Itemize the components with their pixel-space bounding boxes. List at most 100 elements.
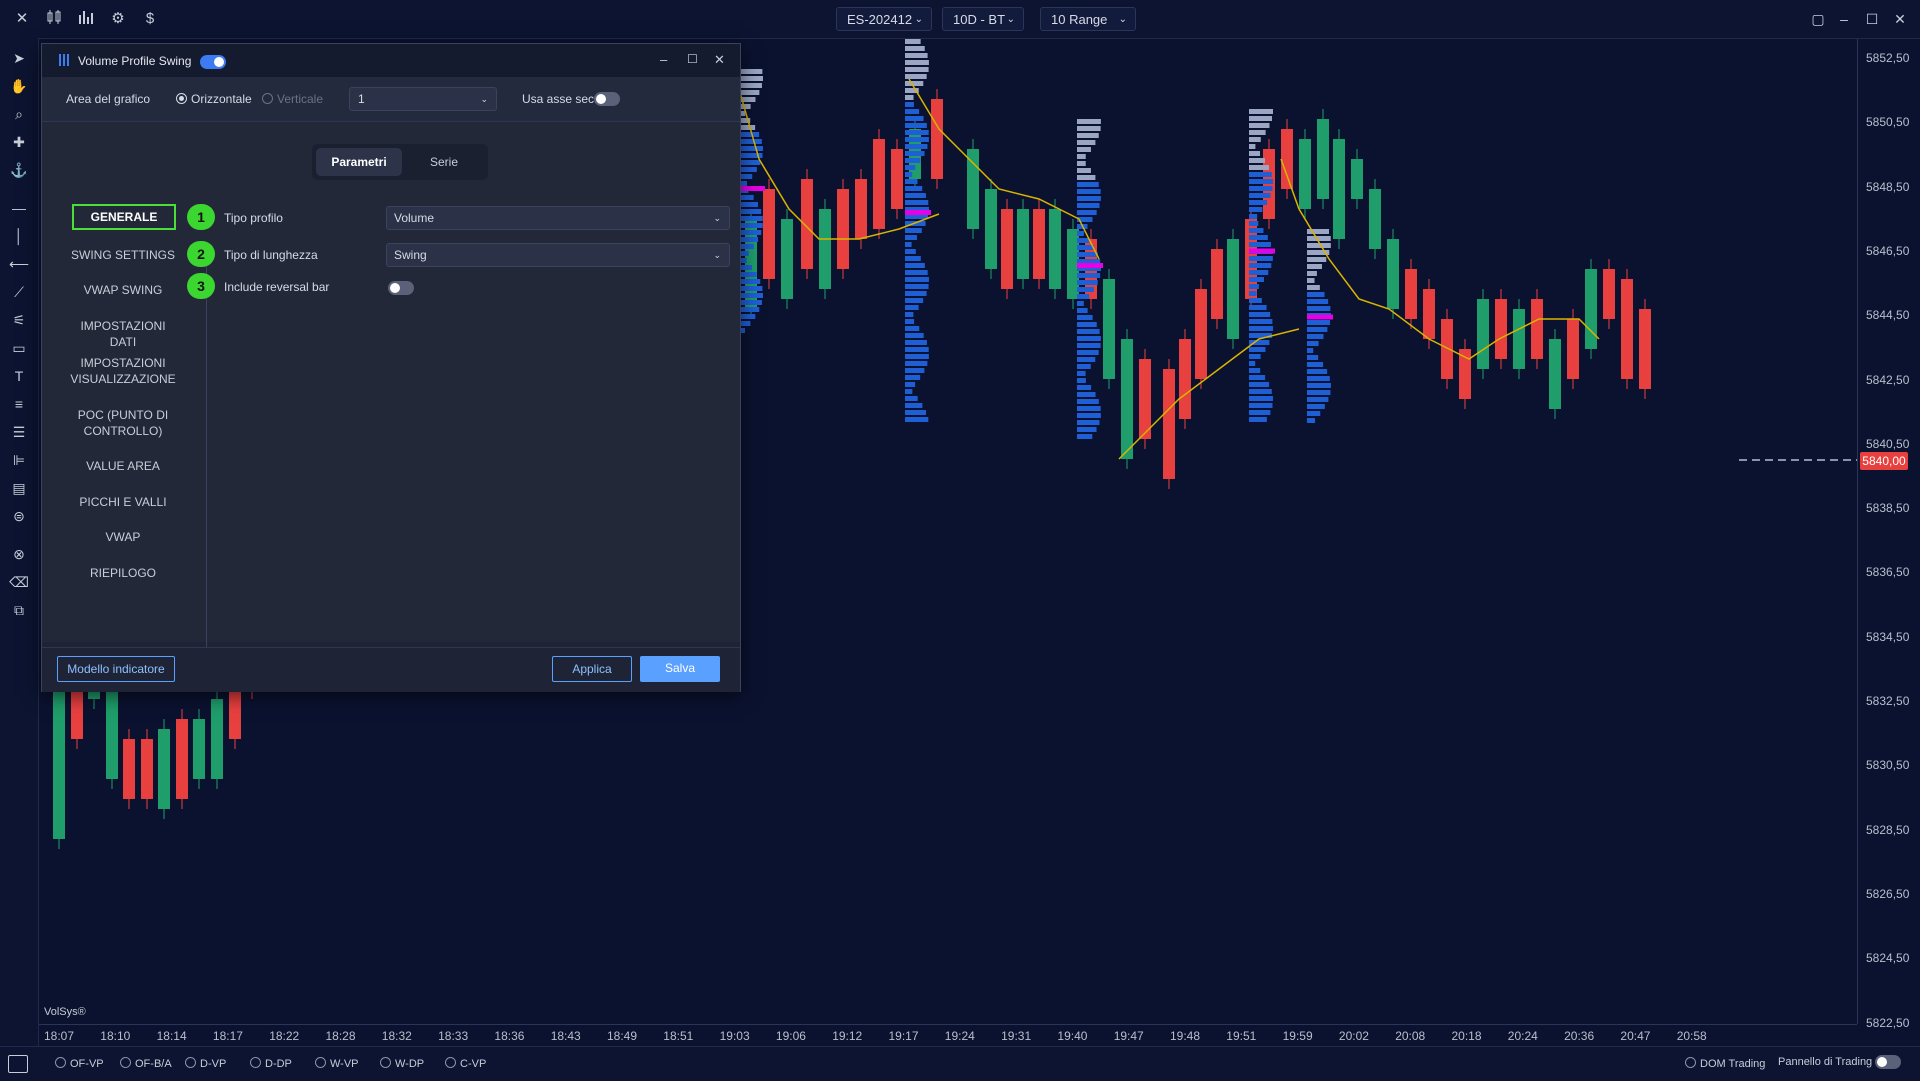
panel-icon[interactable] <box>8 1055 28 1073</box>
mode-option[interactable]: OF-B/A <box>120 1057 172 1070</box>
eraser-icon[interactable]: ⌫ <box>9 572 29 592</box>
secondary-axis-toggle[interactable] <box>594 90 620 108</box>
mode-option[interactable]: W-DP <box>380 1057 424 1070</box>
dialog-title-bar[interactable]: Volume Profile Swing – ☐ ✕ <box>42 44 740 77</box>
vertical-line-icon[interactable]: │ <box>9 226 29 246</box>
ray-icon[interactable]: ⟵ <box>9 254 29 274</box>
maximize-icon[interactable]: ☐ <box>1862 9 1882 29</box>
nav-poc[interactable]: POC (PUNTO DI CONTROLLO) <box>68 407 178 439</box>
settings-icon[interactable]: ⚙ <box>108 9 128 29</box>
candle-body <box>1001 209 1013 289</box>
volume-profile-bar <box>905 123 927 128</box>
volume-profile-bar <box>1077 287 1094 292</box>
horizontal-radio[interactable]: Orizzontale <box>176 92 252 106</box>
timeframe-select[interactable]: 10D - BT ⌄ <box>942 7 1024 31</box>
minimize-icon[interactable]: – <box>1834 9 1854 29</box>
tab-parametri[interactable]: Parametri <box>316 148 402 176</box>
fib-icon[interactable]: ⊫ <box>9 450 29 470</box>
length-type-select[interactable]: Swing ⌄ <box>386 243 730 267</box>
volume-profile-bar <box>905 46 925 51</box>
zoom-icon[interactable]: ⌕ <box>9 104 29 124</box>
text-icon[interactable]: T <box>9 366 29 386</box>
candle-body <box>1211 249 1223 319</box>
profile-type-select[interactable]: Volume ⌄ <box>386 206 730 230</box>
horizontal-line-icon[interactable]: — <box>9 198 29 218</box>
volume-profile-bar <box>905 235 917 240</box>
volume-profile-bar <box>905 67 929 72</box>
apply-button[interactable]: Applica <box>552 656 632 682</box>
nav-picchi-e-valli[interactable]: PICCHI E VALLI <box>68 494 178 510</box>
trading-panel-toggle[interactable]: Pannello di Trading <box>1778 1055 1902 1069</box>
close-icon[interactable]: ✕ <box>714 52 725 68</box>
candles-icon[interactable] <box>44 9 64 29</box>
nav-impostazioni-dati[interactable]: IMPOSTAZIONI DATI <box>68 318 178 350</box>
mode-option[interactable]: C-VP <box>445 1057 486 1070</box>
mode-option[interactable]: D-VP <box>185 1057 226 1070</box>
layout-icon[interactable]: ▢ <box>1808 9 1828 29</box>
tab-serie[interactable]: Serie <box>404 148 484 176</box>
nav-vwap[interactable]: VWAP <box>68 529 178 545</box>
symbol-select[interactable]: ES-202412 ⌄ <box>836 7 932 31</box>
volume-profile-bar <box>739 307 760 312</box>
radio-icon <box>55 1057 66 1068</box>
volume-profile-bar <box>905 270 928 275</box>
volume-profile-bar <box>1307 306 1331 311</box>
indicator-enable-toggle[interactable] <box>200 53 226 71</box>
candle-body <box>1585 269 1597 349</box>
volume-profile-bar <box>739 237 759 242</box>
save-button[interactable]: Salva <box>640 656 720 682</box>
candle-body <box>931 99 943 179</box>
crosshair-icon[interactable]: ✚ <box>9 132 29 152</box>
bar-type-select[interactable]: 10 Range ⌄ <box>1040 7 1136 31</box>
layers-icon[interactable]: ⧉ <box>9 600 29 620</box>
mode-option[interactable]: D-DP <box>250 1057 292 1070</box>
magnet-icon[interactable]: ⊗ <box>9 544 29 564</box>
volume-profile-bar <box>1249 214 1258 219</box>
panel-number-select[interactable]: 1 ⌄ <box>349 87 497 111</box>
vertical-radio[interactable]: Verticale <box>262 92 323 106</box>
volume-profile-bar <box>1077 175 1096 180</box>
lines-icon[interactable]: ≡ <box>9 394 29 414</box>
volume-profile-bar <box>1249 382 1270 387</box>
volume-profile-bar <box>1077 343 1101 348</box>
close-icon[interactable]: ✕ <box>12 9 32 29</box>
bar-chart-icon[interactable] <box>76 9 96 29</box>
nav-impostazioni-visualizzazione[interactable]: IMPOSTAZIONI VISUALIZZAZIONE <box>68 355 178 387</box>
dollar-icon[interactable]: $ <box>140 9 160 29</box>
nav-riepilogo[interactable]: RIEPILOGO <box>68 565 178 581</box>
reversal-bar-toggle[interactable] <box>388 279 414 297</box>
maximize-icon[interactable]: ☐ <box>687 52 698 66</box>
nav-swing-settings[interactable]: SWING SETTINGS <box>68 247 178 263</box>
alert-icon[interactable]: ⊜ <box>9 506 29 526</box>
ruler-icon[interactable]: ⚟ <box>9 310 29 330</box>
order-icon[interactable]: ▤ <box>9 478 29 498</box>
nav-value-area[interactable]: VALUE AREA <box>68 458 178 474</box>
trading-panel-switch[interactable] <box>1875 1055 1902 1069</box>
time-label: 18:33 <box>438 1029 469 1043</box>
bottom-bar: OF-VP OF-B/A D-VP D-DP W-VP W-DP C-VP DOM Trad… <box>0 1046 1920 1081</box>
cursor-icon[interactable]: ➤ <box>9 48 29 68</box>
volume-profile-bar <box>1249 361 1256 366</box>
hand-icon[interactable]: ✋ <box>9 76 29 96</box>
rectangle-icon[interactable]: ▭ <box>9 338 29 358</box>
timeframe-label: 10D - BT <box>953 12 1006 27</box>
indicator-template-button[interactable]: Modello indicatore <box>57 656 175 682</box>
time-axis[interactable]: 18:07 18:10 18:14 18:17 18:22 18:28 18:32 18:33… <box>39 1024 1857 1047</box>
price-label: 5822,50 <box>1866 1015 1910 1030</box>
anchor-icon[interactable]: ⚓ <box>9 160 29 180</box>
nav-generale[interactable]: GENERALE <box>72 204 176 230</box>
time-label: 18:10 <box>100 1029 131 1043</box>
volume-profile-bar <box>1077 406 1101 411</box>
poc-marker <box>1077 263 1103 268</box>
candle-body <box>1621 279 1633 379</box>
nav-vwap-swing[interactable]: VWAP SWING <box>68 282 178 298</box>
close-window-icon[interactable]: ✕ <box>1890 9 1910 29</box>
mode-option[interactable]: W-VP <box>315 1057 359 1070</box>
list-icon[interactable]: ☰ <box>9 422 29 442</box>
dom-trading-option[interactable]: DOM Trading <box>1685 1057 1765 1070</box>
minimize-icon[interactable]: – <box>660 52 667 67</box>
trendline-icon[interactable]: ⟋ <box>9 282 29 302</box>
price-axis[interactable]: 5852,50 5850,50 5848,50 5846,50 5844,50 5842,… <box>1857 39 1920 1030</box>
volume-profile-bar <box>905 403 923 408</box>
mode-option[interactable]: OF-VP <box>55 1057 104 1070</box>
